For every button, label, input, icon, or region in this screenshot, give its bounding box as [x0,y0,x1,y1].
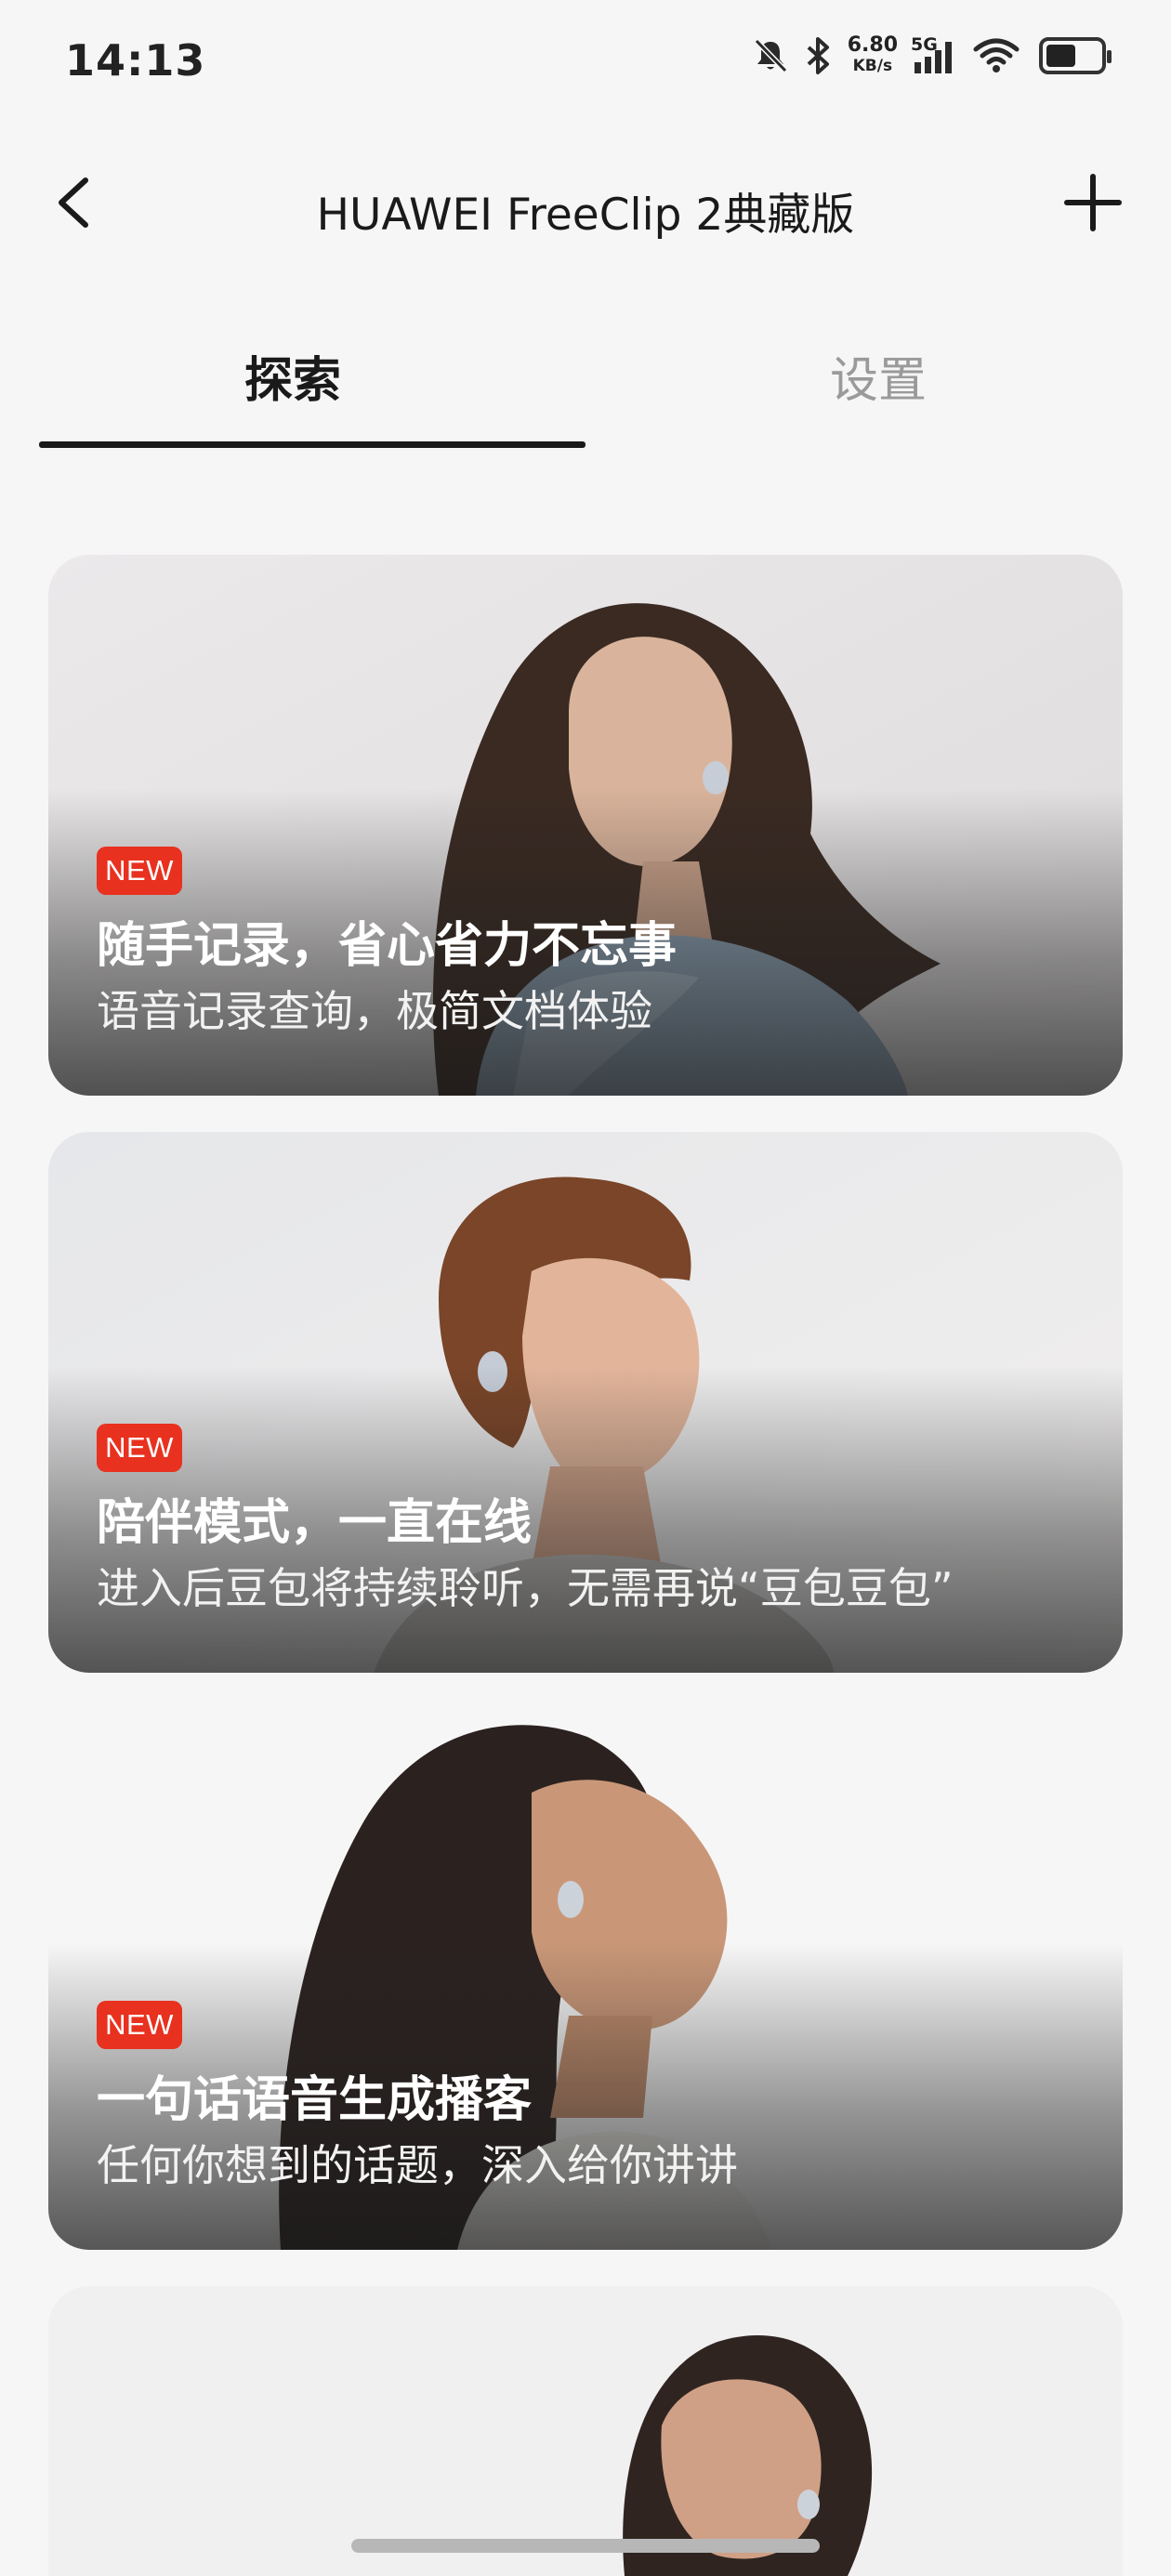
cell-signal: 5G [911,34,959,75]
wifi-icon [973,38,1020,72]
title-bar: HUAWEI FreeClip 2典藏版 [0,158,1171,251]
feature-card-companion-mode[interactable]: NEW 陪伴模式，一直在线 进入后豆包将持续聆听，无需再说“豆包豆包” [48,1132,1123,1673]
tab-explore[interactable]: 探索 [0,341,586,411]
home-indicator[interactable] [351,2539,820,2553]
tab-settings[interactable]: 设置 [586,341,1171,411]
status-time: 14:13 [65,35,206,85]
signal-icon [914,42,952,73]
bluetooth-icon [807,37,829,74]
card-title: 一句话语音生成播客 [97,2072,533,2128]
battery-icon [1039,37,1112,74]
network-speed: 6.80 KB/s [848,35,898,76]
bell-muted-icon [754,38,787,73]
tab-bar: 探索 设置 [0,321,1171,451]
card-subtitle: 语音记录查询，极简文档体验 [97,986,652,1036]
card-title: 陪伴模式，一直在线 [97,1495,533,1551]
status-bar: 14:13 6.80 KB/s 5G [0,0,1171,130]
card-image-woman-smiling [48,2286,1123,2576]
feature-card-partial[interactable] [48,2286,1123,2576]
card-subtitle: 进入后豆包将持续聆听，无需再说“豆包豆包” [97,1563,954,1613]
new-badge: NEW [97,2001,182,2049]
page-title: HUAWEI FreeClip 2典藏版 [316,190,855,241]
speed-value: 6.80 [847,33,898,57]
status-icons: 6.80 KB/s 5G [751,34,1112,76]
speed-unit: KB/s [852,57,893,75]
feature-card-voice-notes[interactable]: NEW 随手记录，省心省力不忘事 语音记录查询，极简文档体验 [48,555,1123,1096]
feature-card-podcast[interactable]: NEW 一句话语音生成播客 任何你想到的话题，深入给你讲讲 [48,1709,1123,2250]
plus-icon [1064,174,1122,231]
add-button[interactable] [1056,165,1130,240]
new-badge: NEW [97,847,182,895]
card-title: 随手记录，省心省力不忘事 [97,918,678,974]
battery-level [1046,45,1075,67]
tab-indicator [39,441,586,448]
new-badge: NEW [97,1424,182,1472]
card-subtitle: 任何你想到的话题，深入给你讲讲 [97,2140,738,2190]
